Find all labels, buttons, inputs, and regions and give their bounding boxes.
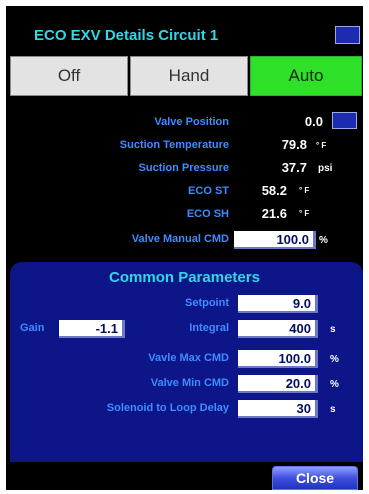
suction-pressure-unit: psi bbox=[318, 163, 333, 174]
eco-sh-value: 21.6 bbox=[261, 206, 287, 221]
valve-position-square-button[interactable] bbox=[332, 112, 357, 129]
eco-st-value: 58.2 bbox=[261, 183, 287, 198]
mode-hand-button[interactable]: Hand bbox=[130, 56, 248, 96]
close-button[interactable]: Close bbox=[272, 466, 358, 490]
valve-position-value: 0.0 bbox=[304, 114, 323, 129]
eco-sh-unit: ° F bbox=[299, 209, 310, 218]
integral-field[interactable]: 400 bbox=[238, 320, 318, 338]
details-screen: ECO EXV Details Circuit 1 Off Hand Auto … bbox=[6, 6, 363, 490]
valve-max-cmd-field[interactable]: 100.0 bbox=[238, 350, 318, 368]
valve-manual-cmd-field[interactable]: 100.0 bbox=[234, 231, 316, 249]
eco-sh-label: ECO SH bbox=[186, 208, 229, 220]
mode-off-button[interactable]: Off bbox=[10, 56, 128, 96]
valve-max-cmd-label: Vavle Max CMD bbox=[148, 352, 229, 364]
header-square-button[interactable] bbox=[335, 26, 360, 44]
valve-min-cmd-field[interactable]: 20.0 bbox=[238, 375, 318, 393]
setpoint-field[interactable]: 9.0 bbox=[238, 295, 318, 313]
gain-label: Gain bbox=[20, 322, 45, 334]
valve-min-cmd-label: Valve Min CMD bbox=[150, 377, 229, 389]
common-parameters-title: Common Parameters bbox=[109, 269, 260, 286]
mode-auto-button[interactable]: Auto bbox=[250, 56, 362, 96]
solenoid-delay-field[interactable]: 30 bbox=[238, 400, 318, 418]
suction-temperature-value: 79.8 bbox=[281, 137, 307, 152]
eco-st-unit: ° F bbox=[299, 186, 310, 195]
suction-temperature-label: Suction Temperature bbox=[119, 139, 229, 151]
valve-max-cmd-unit: % bbox=[330, 354, 339, 365]
integral-label: Integral bbox=[189, 322, 229, 334]
integral-unit: s bbox=[330, 324, 336, 335]
solenoid-delay-label: Solenoid to Loop Delay bbox=[106, 402, 229, 414]
valve-position-label: Valve Position bbox=[154, 116, 229, 128]
valve-manual-cmd-unit: % bbox=[319, 235, 328, 246]
valve-min-cmd-unit: % bbox=[330, 379, 339, 390]
valve-manual-cmd-label: Valve Manual CMD bbox=[131, 233, 229, 245]
gain-field[interactable]: -1.1 bbox=[59, 320, 125, 338]
screen-title: ECO EXV Details Circuit 1 bbox=[34, 27, 219, 44]
suction-pressure-value: 37.7 bbox=[281, 160, 307, 175]
suction-temperature-unit: ° F bbox=[316, 141, 327, 150]
suction-pressure-label: Suction Pressure bbox=[138, 162, 229, 174]
solenoid-delay-unit: s bbox=[330, 404, 336, 415]
eco-st-label: ECO ST bbox=[188, 185, 229, 197]
setpoint-label: Setpoint bbox=[185, 297, 229, 309]
